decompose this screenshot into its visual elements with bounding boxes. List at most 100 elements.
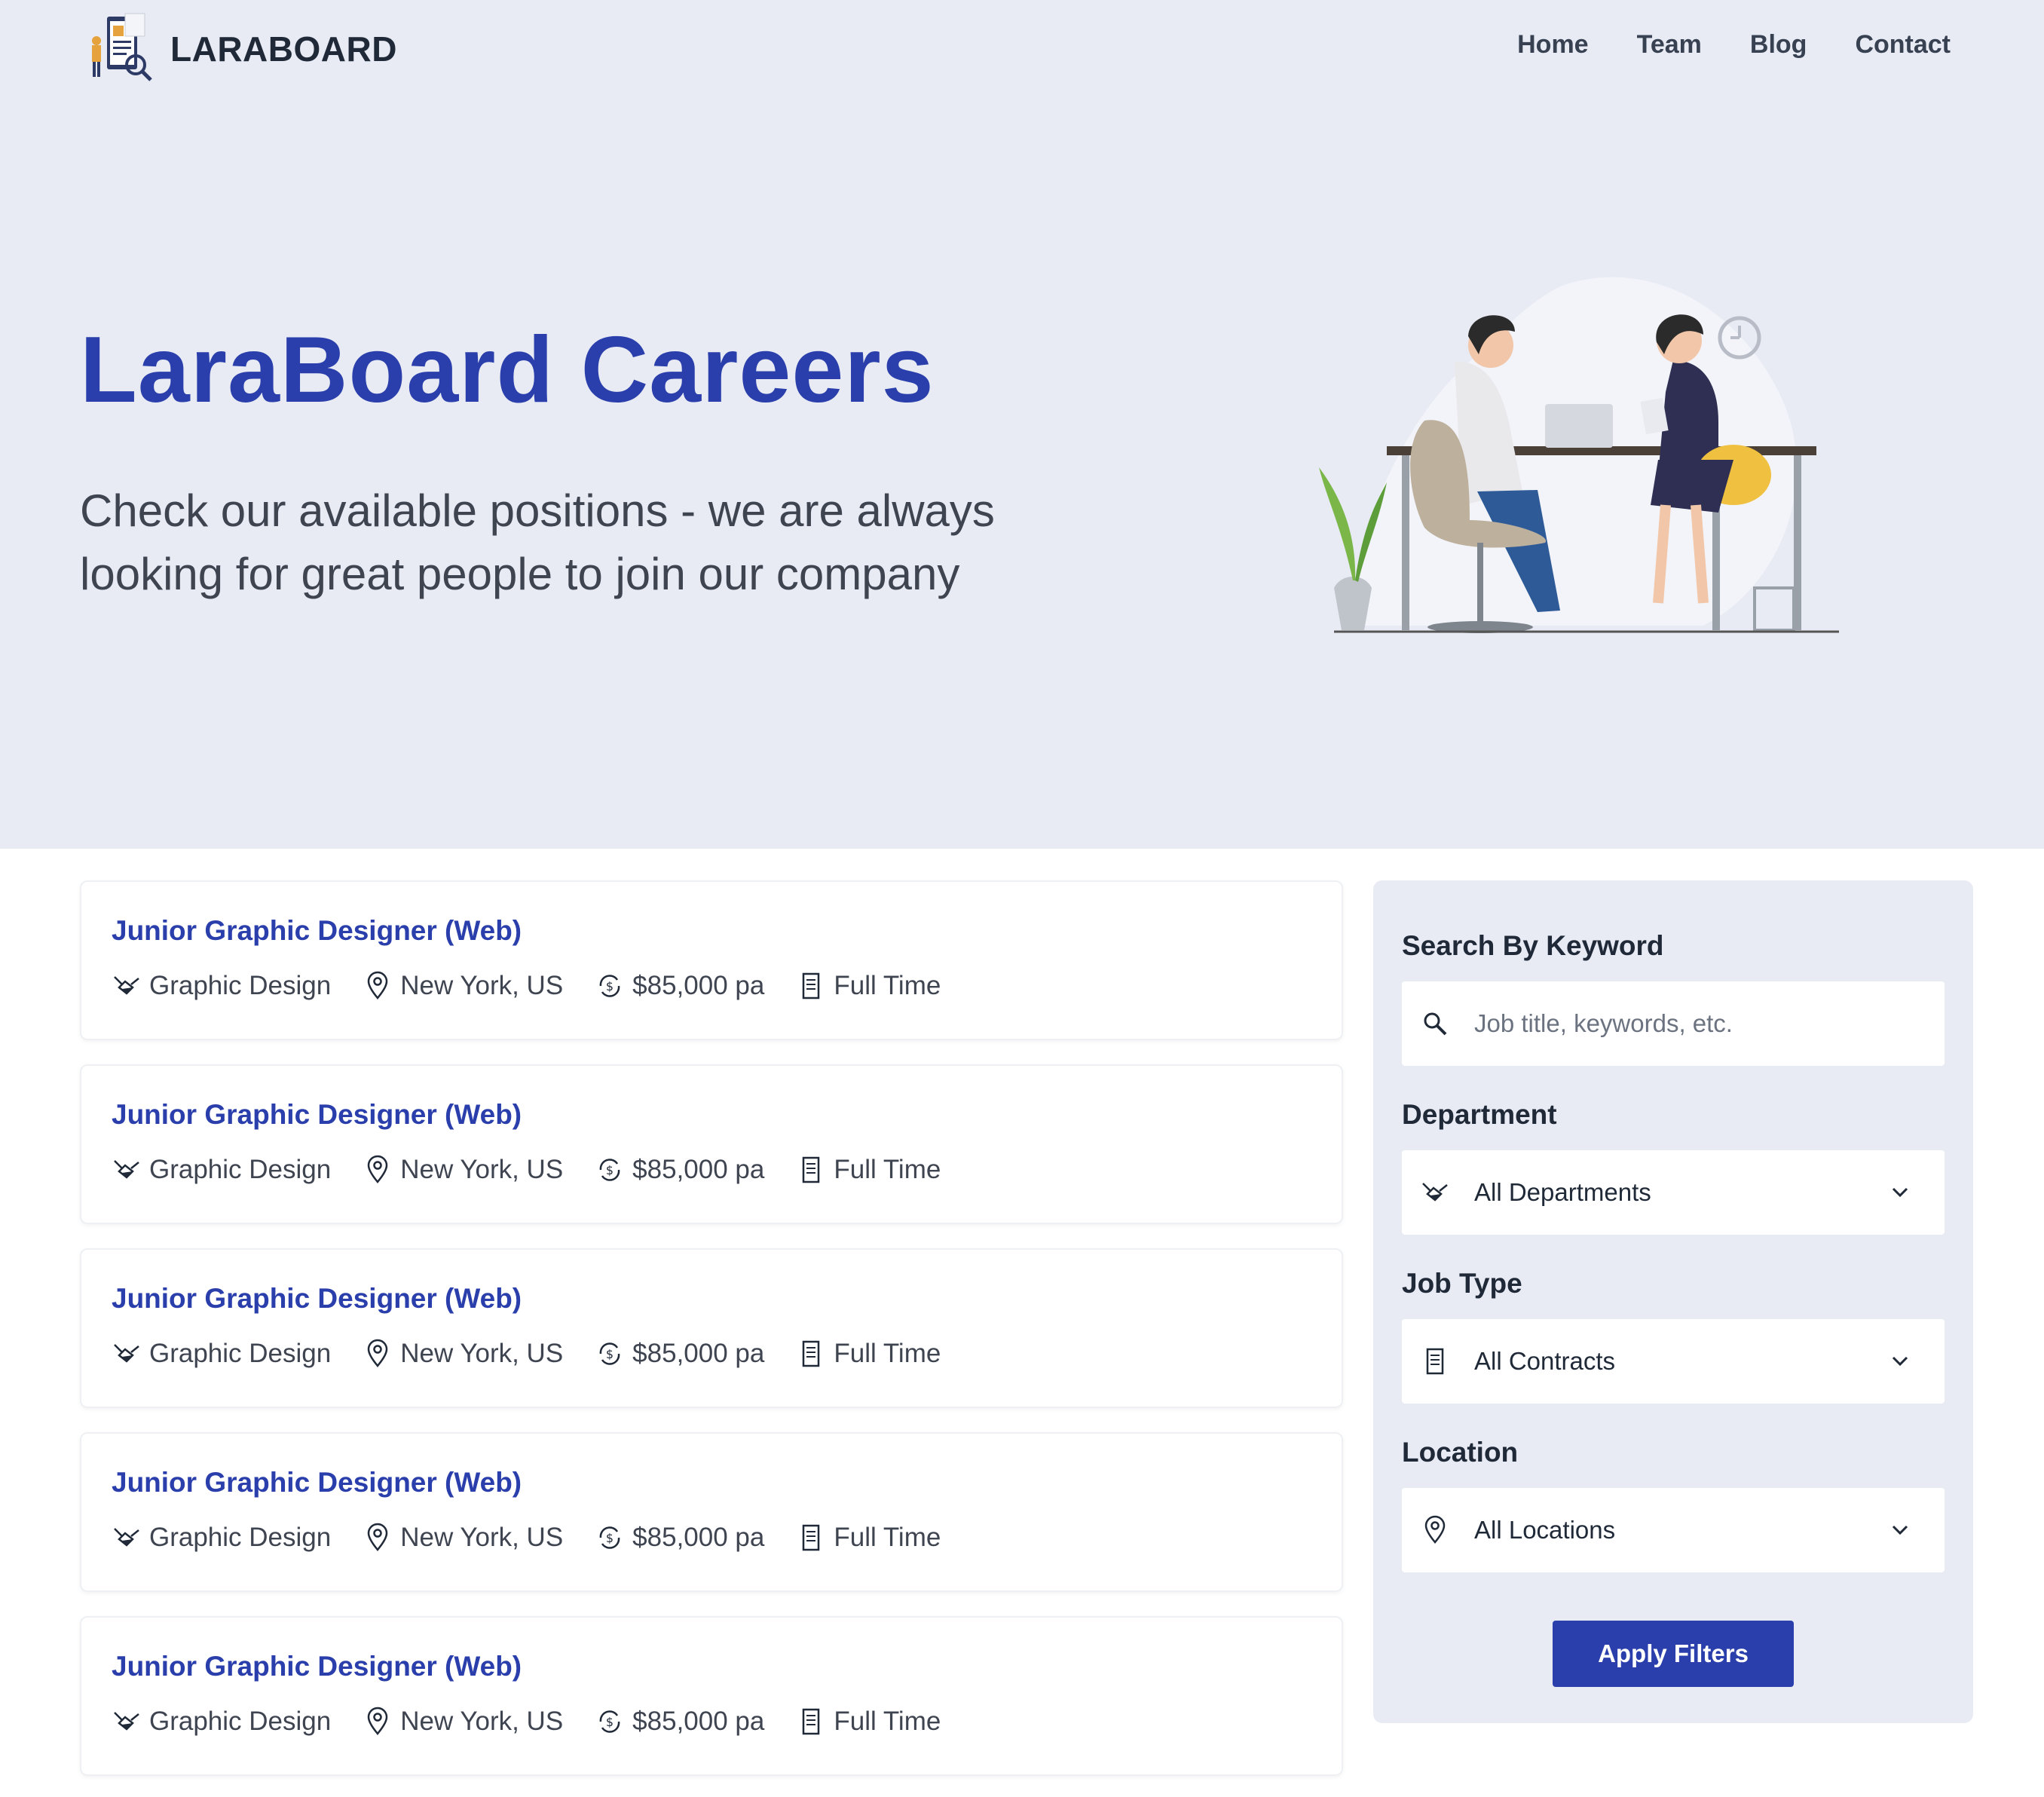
job-card[interactable]: Junior Graphic Designer (Web) Graphic De… [80, 880, 1343, 1040]
page-subtitle: Check our available positions - we are a… [80, 485, 995, 599]
job-department-text: Graphic Design [149, 1339, 332, 1368]
job-location: New York, US [363, 1523, 563, 1553]
chevron-down-icon [1892, 1525, 1908, 1535]
location-pin-icon [367, 1339, 388, 1367]
handshake-icon [114, 1528, 139, 1547]
contract-document-icon [803, 972, 820, 1000]
job-card[interactable]: Junior Graphic Designer (Web) Graphic De… [80, 1616, 1343, 1776]
nav-home[interactable]: Home [1517, 30, 1588, 60]
location-pin-icon [367, 1155, 388, 1183]
contract-document-icon [1426, 1348, 1444, 1375]
job-type-text: Full Time [834, 1155, 941, 1184]
job-list: Junior Graphic Designer (Web) Graphic De… [80, 880, 1343, 1797]
job-title[interactable]: Junior Graphic Designer (Web) [112, 915, 522, 947]
job-card[interactable]: Junior Graphic Designer (Web) Graphic De… [80, 1432, 1343, 1592]
svg-text:$: $ [606, 1531, 614, 1545]
job-salary: $ $85,000 pa [595, 1339, 764, 1369]
nav-team[interactable]: Team [1637, 30, 1702, 60]
location-select[interactable]: All Locations [1402, 1488, 1945, 1572]
job-type: Full Time [796, 1339, 941, 1369]
job-type-text: Full Time [834, 1707, 941, 1736]
job-type: Full Time [796, 1523, 941, 1553]
keyword-input[interactable] [1474, 1009, 1945, 1038]
job-type-value: All Contracts [1474, 1347, 1616, 1375]
job-department-text: Graphic Design [149, 1707, 332, 1736]
handshake-icon [114, 976, 139, 995]
location-value: All Locations [1474, 1516, 1616, 1544]
logo-icon [92, 13, 152, 81]
svg-text:$: $ [606, 1163, 614, 1177]
brand-name: LARABOARD [170, 29, 397, 69]
search-icon [1424, 1012, 1447, 1036]
job-location-text: New York, US [400, 971, 564, 1000]
job-salary-text: $85,000 pa [632, 971, 765, 1000]
location-pin-icon [367, 1523, 388, 1551]
keyword-search-box[interactable] [1402, 981, 1945, 1066]
job-department-text: Graphic Design [149, 1155, 332, 1184]
job-type-select[interactable]: All Contracts [1402, 1319, 1945, 1404]
handshake-icon [1422, 1183, 1448, 1202]
job-type-label: Job Type [1402, 1268, 1522, 1299]
svg-text:$: $ [606, 979, 614, 993]
chevron-down-icon [1892, 1356, 1908, 1367]
job-salary-text: $85,000 pa [632, 1155, 765, 1184]
job-location: New York, US [363, 1155, 563, 1185]
job-title[interactable]: Junior Graphic Designer (Web) [112, 1283, 522, 1315]
job-meta: Graphic Design New York, US $ $85,000 pa [112, 1155, 972, 1185]
job-salary: $ $85,000 pa [595, 1155, 764, 1185]
job-department: Graphic Design [112, 1523, 331, 1553]
job-location: New York, US [363, 1707, 563, 1737]
job-salary-text: $85,000 pa [632, 1339, 765, 1368]
interview-illustration [1319, 277, 1839, 633]
job-card[interactable]: Junior Graphic Designer (Web) Graphic De… [80, 1248, 1343, 1408]
location-pin-icon [1424, 1515, 1446, 1544]
job-department-text: Graphic Design [149, 971, 332, 1000]
contract-document-icon [803, 1340, 820, 1367]
job-department: Graphic Design [112, 971, 331, 1001]
job-meta: Graphic Design New York, US $ $85,000 pa [112, 971, 972, 1001]
hero-section: LARABOARD Home Team Blog Contact LaraBoa… [0, 0, 2044, 849]
location-label: Location [1402, 1437, 1519, 1468]
job-type: Full Time [796, 1155, 941, 1185]
handshake-icon [114, 1712, 139, 1731]
department-value: All Departments [1474, 1178, 1651, 1206]
apply-filters-button[interactable]: Apply Filters [1553, 1621, 1794, 1687]
salary-cycle-icon: $ [599, 975, 620, 997]
page-title: LaraBoard Careers [80, 318, 935, 422]
job-type-text: Full Time [834, 1523, 941, 1552]
job-location-text: New York, US [400, 1155, 564, 1184]
job-department: Graphic Design [112, 1339, 331, 1369]
job-meta: Graphic Design New York, US $ $85,000 pa [112, 1339, 972, 1369]
department-select[interactable]: All Departments [1402, 1150, 1945, 1235]
job-card[interactable]: Junior Graphic Designer (Web) Graphic De… [80, 1064, 1343, 1224]
job-title[interactable]: Junior Graphic Designer (Web) [112, 1467, 522, 1499]
job-location-text: New York, US [400, 1523, 564, 1552]
job-salary: $ $85,000 pa [595, 1523, 764, 1553]
job-department: Graphic Design [112, 1155, 331, 1185]
nav-contact[interactable]: Contact [1855, 30, 1951, 60]
job-location: New York, US [363, 971, 563, 1001]
handshake-icon [114, 1160, 139, 1179]
chevron-down-icon [1892, 1187, 1908, 1198]
handshake-icon [114, 1344, 139, 1363]
svg-text:$: $ [606, 1347, 614, 1361]
department-label: Department [1402, 1099, 1557, 1130]
salary-cycle-icon: $ [599, 1342, 620, 1365]
job-salary: $ $85,000 pa [595, 971, 764, 1001]
job-type: Full Time [796, 1707, 941, 1737]
job-salary-text: $85,000 pa [632, 1707, 765, 1736]
svg-text:$: $ [606, 1715, 614, 1729]
brand-logo[interactable]: LARABOARD [86, 12, 397, 81]
filter-panel: Search By Keyword Department All Departm… [1373, 880, 1973, 1723]
job-meta: Graphic Design New York, US $ $85,000 pa [112, 1523, 972, 1553]
keyword-label: Search By Keyword [1402, 930, 1664, 961]
job-salary: $ $85,000 pa [595, 1707, 764, 1737]
nav-blog[interactable]: Blog [1750, 30, 1807, 60]
job-title[interactable]: Junior Graphic Designer (Web) [112, 1651, 522, 1682]
salary-cycle-icon: $ [599, 1526, 620, 1549]
job-department-text: Graphic Design [149, 1523, 332, 1552]
location-pin-icon [367, 971, 388, 1000]
contract-document-icon [803, 1708, 820, 1735]
job-title[interactable]: Junior Graphic Designer (Web) [112, 1099, 522, 1131]
job-department: Graphic Design [112, 1707, 331, 1737]
